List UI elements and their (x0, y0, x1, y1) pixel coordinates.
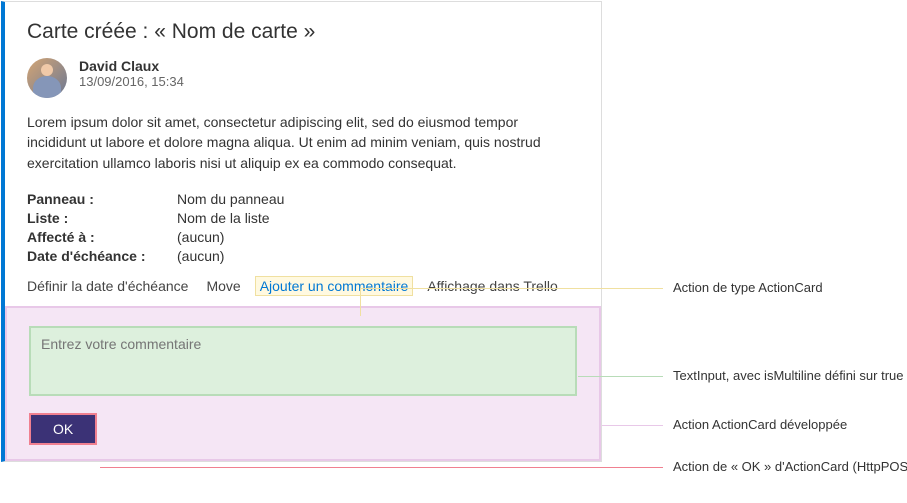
fact-row: Date d'échéance : (aucun) (27, 248, 579, 264)
comment-input[interactable] (29, 326, 577, 396)
fact-value: Nom du panneau (177, 191, 284, 207)
description: Lorem ipsum dolor sit amet, consectetur … (27, 112, 579, 173)
fact-label: Liste : (27, 210, 177, 226)
annotation-expanded: Action ActionCard développée (673, 417, 847, 432)
message-card: Carte créée : « Nom de carte » David Cla… (1, 1, 602, 462)
ok-button[interactable]: OK (29, 413, 97, 445)
facts-list: Panneau : Nom du panneau Liste : Nom de … (27, 191, 579, 264)
fact-label: Date d'échéance : (27, 248, 177, 264)
callout-line (360, 288, 663, 289)
action-set-due-date[interactable]: Définir la date d'échéance (27, 278, 188, 294)
fact-row: Affecté à : (aucun) (27, 229, 579, 245)
annotation-textinput: TextInput, avec isMultiline défini sur t… (673, 368, 904, 383)
action-move[interactable]: Move (206, 278, 240, 294)
author-row: David Claux 13/09/2016, 15:34 (27, 58, 579, 98)
fact-row: Liste : Nom de la liste (27, 210, 579, 226)
fact-value: (aucun) (177, 229, 224, 245)
fact-value: (aucun) (177, 248, 224, 264)
callout-line (100, 467, 663, 468)
callout-line (602, 425, 663, 426)
callout-line (578, 376, 663, 377)
fact-label: Panneau : (27, 191, 177, 207)
fact-row: Panneau : Nom du panneau (27, 191, 579, 207)
fact-value: Nom de la liste (177, 210, 270, 226)
avatar (27, 58, 67, 98)
annotation-actioncard-type: Action de type ActionCard (673, 280, 823, 295)
author-date: 13/09/2016, 15:34 (79, 74, 184, 89)
card-title: Carte créée : « Nom de carte » (27, 20, 579, 44)
action-view-trello[interactable]: Affichage dans Trello (427, 278, 558, 294)
annotation-ok-httppost: Action de « OK » d'ActionCard (HttpPOST) (673, 459, 907, 474)
callout-line (360, 288, 361, 316)
action-add-comment[interactable]: Ajouter un commentaire (255, 276, 414, 296)
expanded-action-card: OK (5, 306, 601, 461)
actions-row: Définir la date d'échéance Move Ajouter … (27, 278, 579, 294)
author-meta: David Claux 13/09/2016, 15:34 (79, 58, 184, 89)
author-name: David Claux (79, 58, 184, 74)
fact-label: Affecté à : (27, 229, 177, 245)
